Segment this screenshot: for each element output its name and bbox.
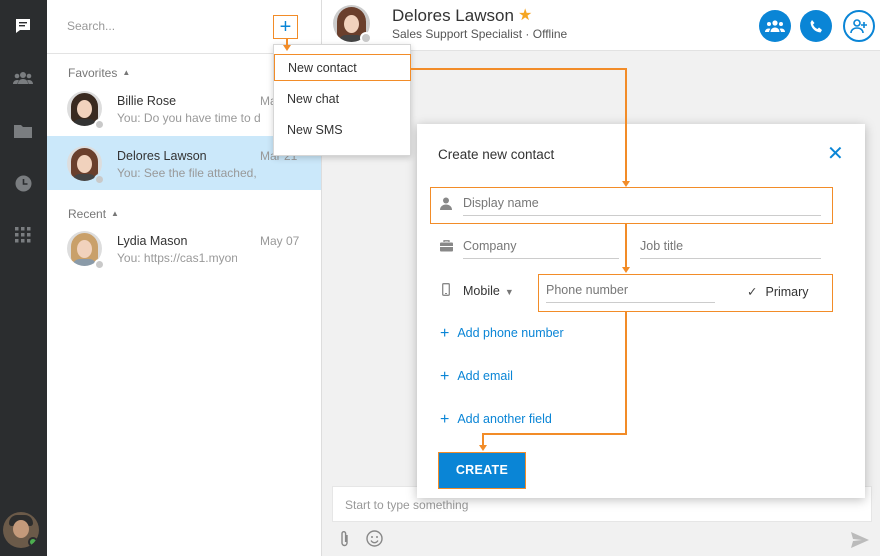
phone-icon <box>810 19 822 32</box>
conversation-date: May 07 <box>260 234 300 248</box>
offline-status-dot <box>360 32 372 44</box>
left-rail <box>0 0 47 556</box>
add-email-label: Add email <box>457 369 513 383</box>
checkmark-icon: ✓ <box>747 285 758 299</box>
user-avatar[interactable] <box>3 512 39 548</box>
phone-type-value: Mobile <box>463 284 500 298</box>
plus-icon: + <box>440 325 450 342</box>
connector-line <box>482 433 484 445</box>
phone-type-dropdown[interactable]: Mobile ▼ <box>463 284 514 298</box>
favorites-section-header[interactable]: Favorites ▲ <box>68 66 130 80</box>
add-another-field-link[interactable]: + Add another field <box>440 411 552 429</box>
primary-label: Primary <box>765 285 809 299</box>
primary-toggle[interactable]: ✓ Primary <box>747 284 809 299</box>
connector-arrow <box>622 267 630 273</box>
connector-line <box>625 68 627 181</box>
new-item-menu: New contact New chat New SMS <box>273 44 411 156</box>
person-icon <box>440 197 452 213</box>
offline-status-dot <box>94 259 105 270</box>
call-button[interactable] <box>800 10 832 42</box>
company-field[interactable]: Company <box>463 237 619 259</box>
company-placeholder: Company <box>463 239 517 253</box>
create-contact-dialog: Create new contact ✕ Display name Compan… <box>417 124 865 498</box>
message-preview: You: https://cas1.myonline <box>117 251 237 265</box>
chat-icon[interactable] <box>11 14 35 38</box>
offline-status-dot <box>94 119 105 130</box>
contact-name: Billie Rose <box>117 94 177 108</box>
recent-label: Recent <box>68 207 107 221</box>
phone-number-field[interactable]: Phone number <box>546 281 715 303</box>
collapse-caret-icon: ▲ <box>111 209 119 218</box>
connector-arrow <box>622 181 630 187</box>
plus-icon: + <box>440 368 450 385</box>
connector-line <box>410 68 626 70</box>
display-name-placeholder: Display name <box>463 196 539 210</box>
add-person-icon <box>850 18 867 33</box>
connector-arrow <box>479 445 487 451</box>
add-person-button[interactable] <box>843 10 875 42</box>
dialog-title: Create new contact <box>438 147 555 162</box>
menu-item-new-contact[interactable]: New contact <box>274 54 411 81</box>
connector-line <box>625 312 627 434</box>
conversation-item[interactable]: Lydia Mason May 07 You: https://cas1.myo… <box>47 221 321 275</box>
chevron-down-icon: ▼ <box>504 287 514 297</box>
send-icon[interactable] <box>851 532 869 551</box>
menu-item-new-sms[interactable]: New SMS <box>274 117 410 144</box>
mobile-phone-icon <box>442 283 450 299</box>
composer-placeholder: Start to type something <box>345 498 469 512</box>
search-input[interactable]: Search... <box>67 19 257 33</box>
group-call-button[interactable] <box>759 10 791 42</box>
add-email-link[interactable]: + Add email <box>440 368 513 386</box>
job-title-field[interactable]: Job title <box>640 237 821 259</box>
briefcase-icon <box>440 240 453 255</box>
folder-icon[interactable] <box>11 118 35 142</box>
connector-line <box>625 224 627 267</box>
connector-line <box>482 433 627 435</box>
menu-item-new-chat[interactable]: New chat <box>274 86 410 113</box>
apps-grid-icon[interactable] <box>11 223 35 247</box>
connector-arrow <box>283 45 291 51</box>
job-title-placeholder: Job title <box>640 239 684 253</box>
create-button[interactable]: CREATE <box>438 452 526 489</box>
add-field-label: Add another field <box>457 412 552 426</box>
favorite-star-icon[interactable]: ★ <box>518 5 532 25</box>
emoji-icon[interactable] <box>366 530 383 550</box>
recent-section-header[interactable]: Recent ▲ <box>68 207 119 221</box>
contact-name-title: Delores Lawson <box>392 6 514 25</box>
group-call-icon <box>765 20 785 32</box>
collapse-caret-icon: ▲ <box>122 68 131 77</box>
contact-name: Delores Lawson <box>117 149 207 163</box>
new-item-plus-button[interactable]: + <box>273 15 298 39</box>
offline-status-dot <box>94 174 105 185</box>
groups-icon[interactable] <box>11 66 35 90</box>
favorites-label: Favorites <box>68 66 118 80</box>
plus-icon: + <box>440 411 450 428</box>
message-preview: You: Do you have time to di <box>117 111 260 125</box>
add-phone-number-link[interactable]: + Add phone number <box>440 325 564 343</box>
message-preview: You: See the file attached, I <box>117 166 260 180</box>
display-name-field[interactable]: Display name <box>463 194 821 216</box>
online-status-dot <box>28 537 38 547</box>
close-icon[interactable]: ✕ <box>827 144 844 164</box>
contact-name: Lydia Mason <box>117 234 188 248</box>
contact-subtitle: Sales Support Specialist · Offline <box>392 27 568 41</box>
add-phone-label: Add phone number <box>457 326 564 340</box>
phone-number-placeholder: Phone number <box>546 283 629 297</box>
attach-paperclip-icon[interactable] <box>339 530 350 551</box>
clock-icon[interactable] <box>11 171 35 195</box>
